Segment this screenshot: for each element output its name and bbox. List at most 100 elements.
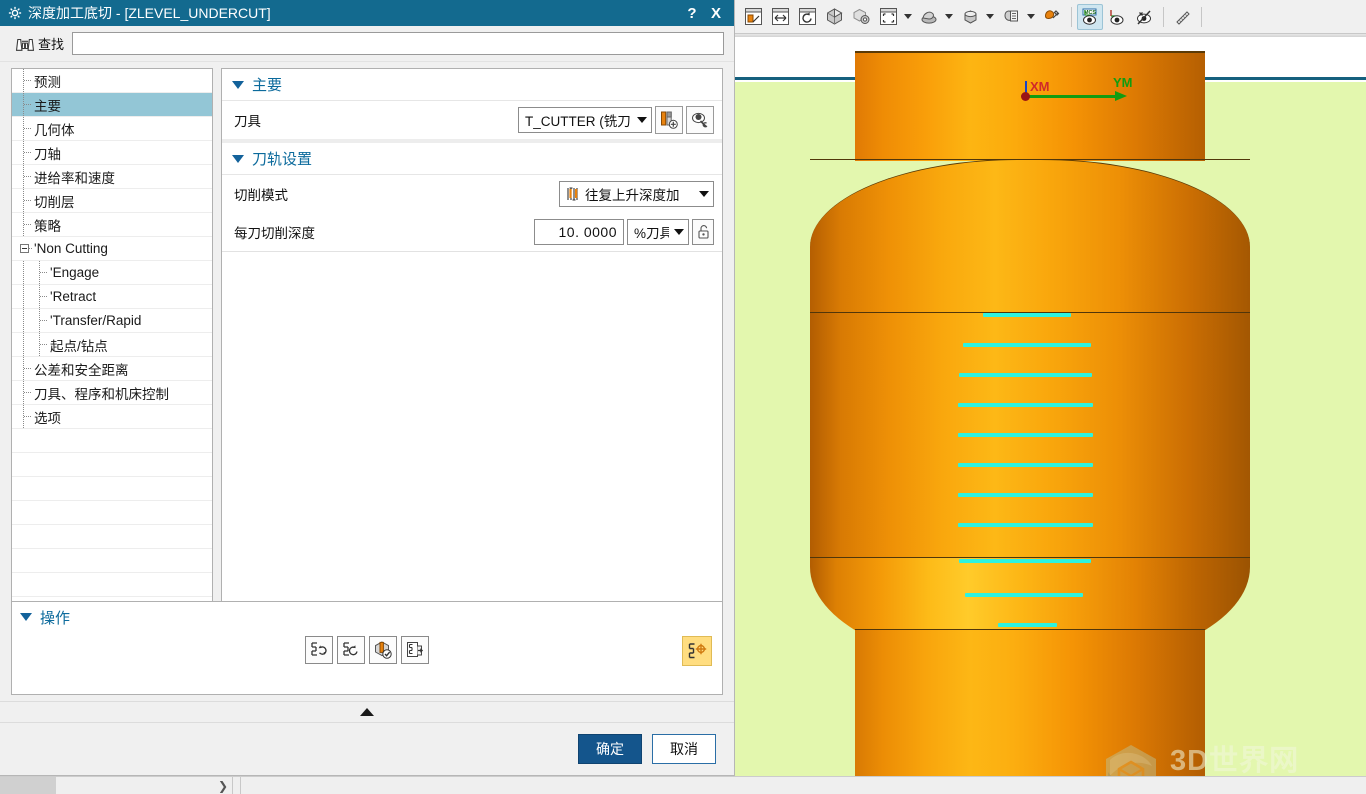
depth-lock-button[interactable] bbox=[692, 219, 714, 245]
toolpath-segment-8 bbox=[959, 559, 1091, 563]
tree-branch-connector bbox=[16, 92, 32, 117]
refresh-view-button[interactable] bbox=[794, 4, 820, 30]
tree-empty-row bbox=[12, 525, 212, 549]
tree-item-3[interactable]: 刀轴 bbox=[12, 140, 212, 165]
find-bar[interactable]: 查找 bbox=[0, 26, 734, 62]
edit-background-button[interactable] bbox=[1039, 4, 1065, 30]
tree-item-4[interactable]: 进给率和速度 bbox=[12, 164, 212, 189]
generate-icon bbox=[311, 642, 327, 656]
tree-item-10[interactable]: 'Transfer/Rapid bbox=[12, 308, 212, 333]
render-style-button[interactable] bbox=[916, 4, 942, 30]
translucent-solid-button[interactable] bbox=[848, 4, 874, 30]
chevron-down-icon[interactable] bbox=[20, 613, 32, 621]
cut-mode-value: 往复上升深度加 bbox=[585, 188, 680, 203]
collapse-dialog-strip[interactable] bbox=[0, 701, 734, 723]
panel-bottom-divider bbox=[222, 251, 722, 252]
display-toolpath-button[interactable] bbox=[740, 4, 766, 30]
show-geometry-button[interactable] bbox=[1104, 4, 1130, 30]
tree-item-9[interactable]: 'Retract bbox=[12, 284, 212, 309]
operation-section[interactable]: 操作 bbox=[11, 601, 723, 695]
model-edge-line-1 bbox=[810, 159, 1250, 160]
locate-toolpath-button[interactable] bbox=[682, 636, 712, 666]
operation-header[interactable]: 操作 bbox=[12, 602, 722, 632]
tree-item-label: 'Retract bbox=[50, 289, 97, 304]
tree-item-0[interactable]: 预测 bbox=[12, 69, 212, 93]
depth-unit-select[interactable]: %刀具 bbox=[627, 219, 689, 245]
fit-window-button[interactable] bbox=[767, 4, 793, 30]
tree-item-label: 主要 bbox=[34, 98, 61, 114]
section-title-main: 主要 bbox=[252, 77, 283, 94]
status-expand-cell[interactable]: ❯ bbox=[56, 777, 233, 794]
graphics-viewport[interactable]: XM YM 3D世界网 W W W . 3 D S J W . C O M bbox=[735, 37, 1366, 794]
chevron-down-icon[interactable] bbox=[674, 229, 684, 235]
chevron-down-icon[interactable] bbox=[232, 154, 244, 163]
view-toolbar[interactable]: MCS bbox=[735, 0, 1366, 34]
shaded-solid-button[interactable] bbox=[821, 4, 847, 30]
tree-item-11[interactable]: 起点/钻点 bbox=[12, 332, 212, 357]
tree-item-1[interactable]: 主要 bbox=[12, 92, 212, 117]
tool-select-value: T_CUTTER (铣刀 bbox=[525, 114, 631, 129]
ok-button[interactable]: 确定 bbox=[578, 734, 642, 764]
operation-buttons[interactable] bbox=[305, 636, 429, 664]
edit-tool-button[interactable] bbox=[686, 106, 714, 134]
tree-item-label: 起点/钻点 bbox=[50, 338, 108, 354]
close-button[interactable]: X bbox=[704, 2, 728, 24]
tree-branch-connector bbox=[16, 164, 32, 189]
solid-model[interactable] bbox=[735, 37, 1366, 794]
section-view-button[interactable] bbox=[998, 4, 1024, 30]
replay-toolpath-button[interactable] bbox=[337, 636, 365, 664]
chevron-up-icon[interactable] bbox=[360, 708, 374, 716]
tree-collapse-toggle[interactable] bbox=[16, 237, 32, 261]
tree-item-12[interactable]: 公差和安全距离 bbox=[12, 356, 212, 381]
section-view-dropdown-arrow[interactable] bbox=[1025, 5, 1036, 29]
render-style-dropdown-arrow[interactable] bbox=[943, 5, 954, 29]
cancel-button[interactable]: 取消 bbox=[652, 734, 716, 764]
generate-toolpath-button[interactable] bbox=[305, 636, 333, 664]
section-header-path[interactable]: 刀轨设置 bbox=[222, 143, 722, 175]
verify-icon bbox=[375, 641, 392, 659]
depth-per-cut-input[interactable]: 10. 0000 bbox=[534, 219, 624, 245]
display-mcs-button[interactable]: MCS bbox=[1077, 3, 1103, 30]
toolpath-segment-7 bbox=[958, 523, 1093, 527]
tree-item-5[interactable]: 切削层 bbox=[12, 188, 212, 213]
tree-item-13[interactable]: 刀具、程序和机床控制 bbox=[12, 380, 212, 405]
help-button[interactable]: ? bbox=[680, 2, 704, 24]
zoom-region-dropdown-arrow[interactable] bbox=[902, 5, 913, 29]
tree-item-6[interactable]: 策略 bbox=[12, 212, 212, 237]
zoom-region-button[interactable] bbox=[875, 4, 901, 30]
toolpath-segment-3 bbox=[958, 403, 1093, 407]
tree-item-7[interactable]: 'Non Cutting bbox=[12, 237, 212, 261]
tree-branch-connector bbox=[16, 116, 32, 141]
measure-button[interactable] bbox=[1169, 4, 1195, 30]
navigation-tree[interactable]: 预测主要几何体 刀轴 进给率和速度 切削层 策略 'Non Cutting 'Engage '… bbox=[11, 68, 213, 631]
model-upper-fillet bbox=[810, 159, 1250, 319]
chevron-down-icon[interactable] bbox=[232, 80, 244, 89]
verify-toolpath-button[interactable] bbox=[369, 636, 397, 664]
tree-item-label: 'Engage bbox=[50, 265, 100, 280]
list-toolpath-button[interactable] bbox=[401, 636, 429, 664]
tool-select[interactable]: T_CUTTER (铣刀 bbox=[518, 107, 652, 133]
search-input[interactable] bbox=[72, 32, 724, 55]
depth-per-cut-value: 10. 0000 bbox=[558, 224, 617, 240]
chevron-down-icon[interactable] bbox=[699, 191, 709, 197]
tree-item-14[interactable]: 选项 bbox=[12, 404, 212, 429]
view-orientation-dropdown-arrow[interactable] bbox=[984, 5, 995, 29]
new-tool-button[interactable] bbox=[655, 106, 683, 134]
chevron-down-icon[interactable] bbox=[637, 117, 647, 123]
section-header-main[interactable]: 主要 bbox=[222, 69, 722, 101]
options-panel[interactable]: 主要 刀具 T_CUTTER (铣刀 刀轨设置 切削模式 往复上升深度加 每刀切… bbox=[221, 68, 723, 631]
tree-branch-connector bbox=[16, 212, 32, 237]
cut-mode-select[interactable]: 往复上升深度加 bbox=[559, 181, 714, 207]
tree-item-8[interactable]: 'Engage bbox=[12, 260, 212, 285]
axis-x-label: XM bbox=[1030, 79, 1050, 94]
hide-geometry-button[interactable] bbox=[1131, 4, 1157, 30]
zlevel-undercut-dialog[interactable]: 深度加工底切 - [ZLEVEL_UNDERCUT] ? X 查找 预测 主要 几何… bbox=[0, 0, 735, 776]
dialog-title-bar[interactable]: 深度加工底切 - [ZLEVEL_UNDERCUT] ? X bbox=[0, 0, 734, 26]
depth-unit-value: %刀具 bbox=[634, 226, 669, 241]
tree-branch-connector bbox=[16, 404, 32, 429]
view-orientation-button[interactable] bbox=[957, 4, 983, 30]
row-depth-per-cut: 每刀切削深度 10. 0000 %刀具 bbox=[222, 213, 722, 251]
wcs-triad: XM YM bbox=[1021, 75, 1145, 105]
row-cut-mode: 切削模式 往复上升深度加 bbox=[222, 175, 722, 213]
tree-item-2[interactable]: 几何体 bbox=[12, 116, 212, 141]
